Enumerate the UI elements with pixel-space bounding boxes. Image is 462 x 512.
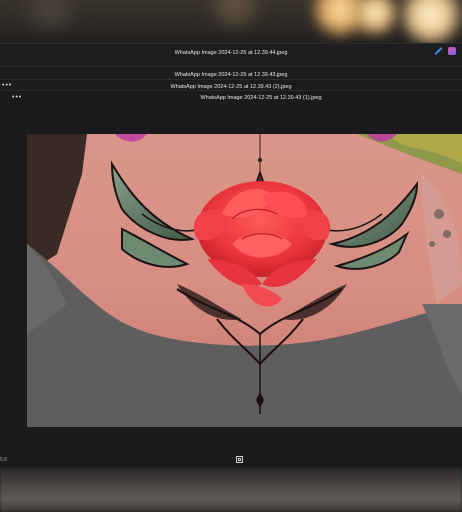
tattoo-photo <box>27 134 462 427</box>
background-bokeh <box>400 0 462 46</box>
window-toolbar <box>434 47 456 55</box>
background-bokeh <box>10 0 90 32</box>
app-icon[interactable] <box>448 47 456 55</box>
fit-to-window-icon[interactable] <box>236 456 243 463</box>
background-desk <box>0 468 462 512</box>
status-text: 5.8 <box>0 457 7 463</box>
window-title: WhatsApp Image 2024-12-25 at 12.39.43.jp… <box>174 72 288 78</box>
photo-canvas <box>27 134 462 427</box>
more-options-icon[interactable]: ••• <box>12 94 22 101</box>
window-title: WhatsApp Image 2024-12-25 at 12.39.43 (1… <box>200 95 322 101</box>
window-title: WhatsApp Image 2024-12-25 at 12.39.44.jp… <box>174 50 288 56</box>
background-bokeh <box>200 0 270 30</box>
edit-icon[interactable] <box>434 47 442 55</box>
desktop: WhatsApp Image 2024-12-25 at 12.39.44.jp… <box>0 0 462 512</box>
